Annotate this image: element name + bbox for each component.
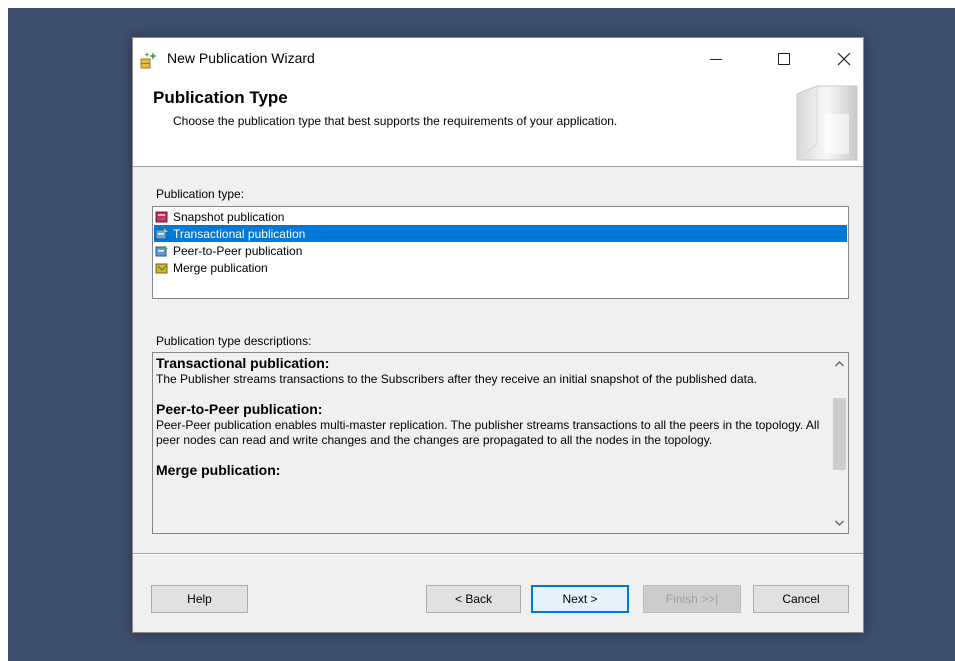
list-item-merge-publication[interactable]: Merge publication: [154, 259, 847, 276]
description-heading-merge: Merge publication:: [156, 462, 281, 478]
desktop-edge-top: [0, 0, 955, 8]
publication-type-label: Publication type:: [156, 187, 245, 201]
cancel-button[interactable]: Cancel: [753, 585, 849, 613]
desktop-edge-left: [0, 0, 8, 661]
maximize-button[interactable]: [761, 38, 807, 80]
descriptions-content: Transactional publication: The Publisher…: [156, 355, 824, 479]
wizard-window: New Publication Wizard Publication Type …: [132, 37, 864, 633]
list-item-label: Merge publication: [173, 260, 268, 275]
minimize-button[interactable]: [693, 38, 739, 80]
title-bar[interactable]: New Publication Wizard: [133, 38, 863, 80]
description-heading-transactional: Transactional publication:: [156, 355, 330, 371]
peer-to-peer-publication-icon: [155, 244, 168, 256]
scroll-down-button[interactable]: [831, 514, 848, 531]
wizard-app-icon: [140, 52, 157, 69]
wizard-banner-graphic-icon: [796, 85, 858, 161]
list-item-transactional-publication[interactable]: Transactional publication: [154, 225, 847, 242]
wizard-header: Publication Type Choose the publication …: [133, 80, 863, 167]
back-button[interactable]: < Back: [426, 585, 521, 613]
descriptions-scrollbar[interactable]: [831, 353, 848, 533]
chevron-down-icon: [835, 520, 844, 526]
scroll-thumb[interactable]: [833, 398, 846, 470]
list-item-label: Peer-to-Peer publication: [173, 243, 303, 258]
minimize-icon: [710, 59, 722, 60]
chevron-up-icon: [835, 360, 844, 366]
list-item-snapshot-publication[interactable]: Snapshot publication: [154, 208, 847, 225]
help-button[interactable]: Help: [151, 585, 248, 613]
list-item-peer-to-peer-publication[interactable]: Peer-to-Peer publication: [154, 242, 847, 259]
merge-publication-icon: [155, 263, 168, 273]
descriptions-label: Publication type descriptions:: [156, 334, 312, 348]
finish-button[interactable]: Finish >>|: [643, 585, 741, 613]
page-subtitle: Choose the publication type that best su…: [173, 114, 618, 128]
description-body-transactional: The Publisher streams transactions to th…: [156, 372, 757, 386]
descriptions-panel[interactable]: Transactional publication: The Publisher…: [152, 352, 849, 534]
description-body-peer-to-peer: Peer-Peer publication enables multi-mast…: [156, 418, 820, 447]
close-icon: [837, 52, 851, 66]
description-heading-peer-to-peer: Peer-to-Peer publication:: [156, 401, 323, 417]
scroll-up-button[interactable]: [831, 355, 848, 372]
list-item-label: Transactional publication: [173, 226, 306, 241]
maximize-icon: [778, 53, 790, 65]
list-item-label: Snapshot publication: [173, 209, 285, 224]
publication-type-list[interactable]: Snapshot publication Transactional publi…: [152, 206, 849, 299]
window-title: New Publication Wizard: [167, 50, 315, 66]
transactional-publication-icon: [155, 227, 168, 239]
page-title: Publication Type: [153, 88, 288, 107]
snapshot-publication-icon: [155, 211, 168, 222]
close-button[interactable]: [821, 38, 867, 80]
next-button[interactable]: Next >: [531, 585, 629, 613]
footer-divider-highlight: [133, 554, 863, 555]
